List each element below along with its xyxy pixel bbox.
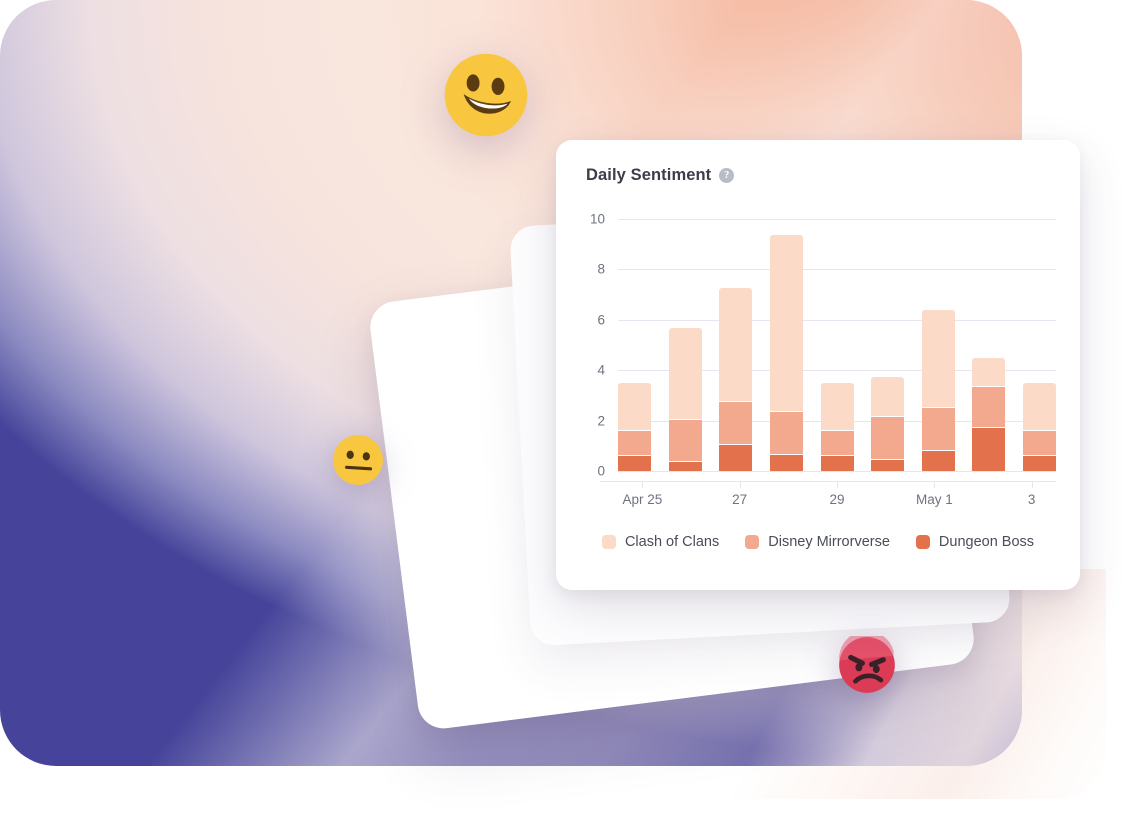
legend-swatch xyxy=(915,535,930,549)
bar-group xyxy=(618,219,1056,471)
bar-segment[interactable] xyxy=(618,454,651,471)
x-axis-tick-mark xyxy=(1031,481,1033,488)
bar-segment[interactable] xyxy=(820,429,854,455)
screenshot-stage: Daily Sentiment ? 0 2 4 6 8 10 Apr 25 27 29 May … xyxy=(0,0,1128,817)
bar-segment[interactable] xyxy=(668,418,702,462)
bar-segment[interactable] xyxy=(618,429,651,455)
legend-swatch xyxy=(601,535,616,549)
bar-column[interactable] xyxy=(921,219,955,471)
bar-segment[interactable] xyxy=(719,400,753,444)
chart-legend: Clash of Clans Disney Mirrorverse Dungeon … xyxy=(556,534,1080,550)
legend-label: Clash of Clans xyxy=(624,534,720,550)
x-axis-tick-label: 27 xyxy=(732,492,748,507)
legend-item[interactable]: Disney Mirrorverse xyxy=(745,534,890,550)
bar-segment[interactable] xyxy=(972,427,1006,471)
bar-column[interactable] xyxy=(871,219,905,471)
neutral-face-emoji xyxy=(332,434,384,486)
angry-face-emoji xyxy=(838,636,896,694)
bar-segment[interactable] xyxy=(769,411,803,454)
bar-segment[interactable] xyxy=(921,449,955,471)
bar-segment[interactable] xyxy=(871,377,905,417)
bar-segment[interactable] xyxy=(921,407,955,450)
y-axis-tick-label: 8 xyxy=(597,261,605,277)
x-axis-tick-mark xyxy=(837,481,838,488)
y-axis-tick-label: 2 xyxy=(597,413,605,429)
bar-segment[interactable] xyxy=(769,234,803,412)
y-axis-tick-label: 6 xyxy=(597,312,605,328)
plot-canvas: 0 2 4 6 8 10 xyxy=(590,212,1056,479)
x-axis-tick-mark xyxy=(934,481,936,488)
bar-column[interactable] xyxy=(668,219,702,471)
legend-item[interactable]: Dungeon Boss xyxy=(915,534,1035,550)
bar-segment[interactable] xyxy=(820,454,854,471)
bar-segment[interactable] xyxy=(1023,429,1056,455)
bar-column[interactable] xyxy=(769,219,803,471)
x-axis-tick-mark xyxy=(739,481,741,488)
bar-segment[interactable] xyxy=(871,416,905,459)
bar-segment[interactable] xyxy=(972,385,1006,428)
bar-segment[interactable] xyxy=(719,443,753,471)
y-axis-tick-label: 10 xyxy=(589,211,605,227)
daily-sentiment-card: Daily Sentiment ? 0 2 4 6 8 10 Apr 25 27 29 May … xyxy=(556,140,1080,590)
bar-column[interactable] xyxy=(972,219,1006,471)
bar-column[interactable] xyxy=(820,219,854,471)
y-axis-tick-label: 0 xyxy=(597,463,605,479)
bar-segment[interactable] xyxy=(871,458,905,471)
bar-segment[interactable] xyxy=(719,287,753,401)
bar-segment[interactable] xyxy=(618,383,651,430)
bar-segment[interactable] xyxy=(1023,383,1056,430)
bar-segment[interactable] xyxy=(668,461,702,471)
bar-segment[interactable] xyxy=(769,453,803,471)
bar-segment[interactable] xyxy=(972,358,1006,386)
x-axis-line xyxy=(600,481,1056,482)
legend-label: Dungeon Boss xyxy=(938,534,1035,550)
card-header: Daily Sentiment ? xyxy=(556,140,1080,185)
bar-column[interactable] xyxy=(618,219,651,471)
bar-column[interactable] xyxy=(719,219,753,471)
bar-segment[interactable] xyxy=(668,327,702,419)
bar-column[interactable] xyxy=(1023,219,1056,471)
bar-segment[interactable] xyxy=(921,310,955,408)
x-axis-tick-label: Apr 25 xyxy=(622,492,663,507)
gridline xyxy=(618,471,1056,472)
x-axis-tick-label: May 1 xyxy=(915,492,953,507)
legend-swatch xyxy=(745,535,760,549)
bar-segment[interactable] xyxy=(820,383,854,430)
grinning-face-emoji xyxy=(443,52,529,138)
x-axis-tick-label: 3 xyxy=(1027,492,1036,507)
help-circle-icon[interactable]: ? xyxy=(719,168,735,183)
x-axis-tick-mark xyxy=(642,481,644,488)
x-axis-tick-label: 29 xyxy=(829,492,845,507)
chart-plot-area: 0 2 4 6 8 10 Apr 25 27 29 May 1 3 xyxy=(556,209,1080,507)
page-title: Daily Sentiment xyxy=(586,166,712,184)
legend-item[interactable]: Clash of Clans xyxy=(601,534,720,550)
bar-segment[interactable] xyxy=(1023,454,1056,471)
legend-label: Disney Mirrorverse xyxy=(768,534,890,550)
y-axis-tick-label: 4 xyxy=(597,362,605,378)
